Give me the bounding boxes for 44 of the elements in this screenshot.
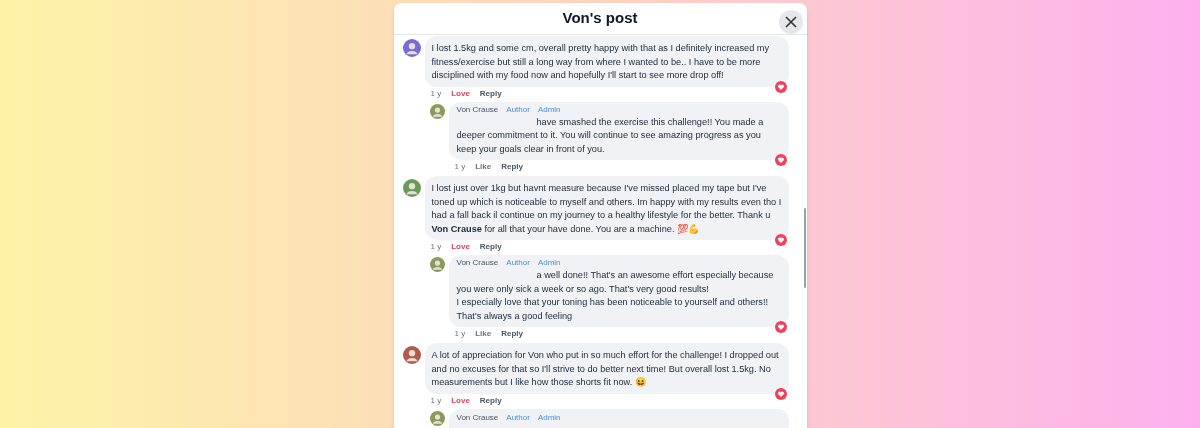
- scrollbar[interactable]: [803, 208, 806, 288]
- timestamp: 1 y: [430, 242, 442, 252]
- reply-text: a well done!! That's an awesome effort especially because you were only sick a week or so ago. That's very good results! I especially love that your toning has been noticeable to yourself and others!! That's always a good feeling: [456, 269, 775, 323]
- reply-link[interactable]: Reply: [479, 242, 502, 252]
- reaction-link[interactable]: Like: [475, 329, 492, 339]
- reaction-link[interactable]: Love: [451, 395, 470, 406]
- avatar-icon[interactable]: [429, 257, 445, 272]
- heart-reaction-icon: [774, 154, 787, 166]
- reaction-link[interactable]: Like: [475, 162, 492, 172]
- heart-reaction-icon: [774, 321, 787, 333]
- reply-link[interactable]: Reply: [501, 329, 523, 339]
- reply-text: have smashed the exercise this challenge!! You made a deeper commitment to it. You will continue to see amazing progress as you keep your goals clear in front of you.: [456, 115, 765, 156]
- reply-link[interactable]: Reply: [501, 162, 523, 172]
- author-name[interactable]: Von Crause: [456, 258, 499, 268]
- reply-link[interactable]: Reply: [479, 88, 502, 99]
- role-label: Author: [506, 412, 530, 423]
- role-label: Author: [506, 104, 530, 115]
- comment-bubble: I lost just over 1kg but havnt measure because I've missed placed my tape but I've toned up which is noticeable to myself and others. Im happy with my results even tho I had a fall back il continue on my journey to a healthy lifestyle for the better. Thank u Von Crause for all that your have done. You are a machine. 💯💪: [424, 176, 789, 240]
- reaction-link[interactable]: Love: [451, 88, 470, 99]
- close-button[interactable]: [778, 10, 803, 34]
- comment-bubble: I lost 1.5kg and some cm, overall pretty happy with that as I definitely increased my fitness/exercise but still a long way from where I wanted to be.. I have to be more disciplined with my food now and hopefully I'll start to see more drop off!: [424, 36, 789, 87]
- timestamp: 1 y: [430, 395, 442, 406]
- heart-reaction-icon: [774, 80, 787, 93]
- heart-reaction-icon: [774, 234, 787, 246]
- role-label: Author: [506, 258, 530, 268]
- avatar-icon[interactable]: [402, 39, 421, 57]
- avatar-icon[interactable]: [429, 410, 445, 426]
- avatar-icon[interactable]: [402, 346, 421, 364]
- role-label: Admin: [537, 258, 561, 268]
- dialog-title: Von's post: [562, 8, 638, 29]
- role-label: Admin: [537, 104, 561, 115]
- reply-link[interactable]: Reply: [479, 395, 502, 406]
- timestamp: 1 y: [454, 162, 466, 172]
- heart-reaction-icon: [774, 387, 787, 400]
- timestamp: 1 y: [454, 329, 466, 339]
- avatar-icon[interactable]: [429, 103, 445, 119]
- timestamp: 1 y: [430, 88, 442, 99]
- author-name[interactable]: Von Crause: [456, 412, 499, 423]
- comment-bubble: A lot of appreciation for Von who put in so much effort for the challenge! I dropped out and no excuses for that so I'll strive to do better next time! But overall lost 1.5kg. No measurements but I like how those shorts fit now. 😆: [424, 343, 789, 394]
- role-label: Admin: [537, 412, 561, 423]
- avatar-icon[interactable]: [402, 179, 421, 197]
- close-icon: [784, 16, 797, 28]
- reaction-link[interactable]: Love: [451, 242, 470, 252]
- author-name[interactable]: Von Crause: [456, 104, 499, 115]
